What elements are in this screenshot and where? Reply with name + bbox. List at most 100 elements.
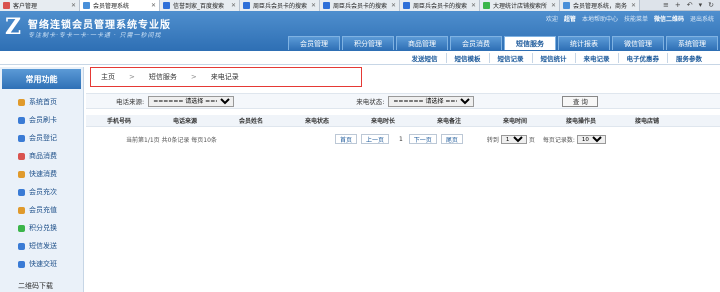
close-tab-icon[interactable]: ✕ — [71, 2, 76, 9]
sidebar-item-icon — [18, 98, 25, 106]
nav-tab[interactable]: 短信服务 — [504, 36, 556, 50]
sidebar-item[interactable]: 短信发送 — [0, 237, 83, 255]
query-button[interactable]: 查 询 — [562, 95, 599, 107]
sub-nav-item[interactable]: 短信统计 — [531, 52, 575, 63]
browser-tab[interactable]: 周臣兵会员卡的搜索 ✕ — [320, 0, 400, 11]
browser-tool-icon[interactable]: + — [675, 1, 681, 9]
browser-tab[interactable]: 信誉到家_百度搜索 ✕ — [160, 0, 240, 11]
close-tab-icon[interactable]: ✕ — [151, 2, 156, 9]
sidebar-item-icon — [18, 134, 25, 142]
browser-tab[interactable]: 会员管理系统 ✕ — [80, 0, 160, 11]
sidebar-item[interactable]: 商品消费 — [0, 147, 83, 165]
top-link[interactable]: 超管 — [564, 14, 576, 23]
browser-tool-icon[interactable]: ≡ — [663, 1, 669, 9]
sidebar-item[interactable]: 会员登记 — [0, 129, 83, 147]
sidebar-item-label: 会员刷卡 — [29, 116, 57, 124]
sidebar-item[interactable]: 快速消费 — [0, 165, 83, 183]
column-header: 会员姓名 — [238, 118, 263, 125]
phone-source-label: 电话来源: — [116, 98, 145, 106]
sidebar-item[interactable]: 快速交班 — [0, 255, 83, 273]
close-tab-icon[interactable]: ✕ — [471, 2, 476, 9]
sidebar-item-label: 会员登记 — [29, 134, 57, 142]
sub-nav: 发送短信 短信模板 短信记录 短信统计 来电记录 电子优惠券 服务参数 — [0, 51, 720, 65]
sidebar-item-label: 商品消费 — [29, 152, 57, 160]
top-link[interactable]: 技能菜单 — [624, 14, 648, 23]
nav-tab[interactable]: 会员管理 — [288, 36, 340, 50]
nav-tab[interactable]: 会员消费 — [450, 36, 502, 50]
nav-tab[interactable]: 统计报表 — [558, 36, 610, 50]
sub-nav-item[interactable]: 短信记录 — [488, 52, 532, 63]
per-page-label: 每页记录数: — [542, 136, 575, 144]
favicon-icon — [483, 2, 490, 9]
browser-tab[interactable]: 客户管理 ✕ — [0, 0, 80, 11]
browser-tool-icon[interactable]: ▾ — [699, 1, 703, 9]
browser-tab-label: 周臣兵会员卡的搜索 — [333, 3, 388, 10]
sidebar-item-label: 会员充值 — [29, 206, 57, 214]
column-header: 手机号码 — [106, 118, 131, 125]
close-tab-icon[interactable]: ✕ — [231, 2, 236, 9]
sidebar-item-icon — [18, 224, 25, 232]
next-page-button[interactable]: 下一页 — [408, 134, 437, 144]
pagination: 当前第1/1页 共0条记录 每页10条 首页 上一页 1 下一页 尾页 转到 1… — [86, 133, 720, 145]
sub-nav-item[interactable]: 短信模板 — [445, 52, 489, 63]
close-tab-icon[interactable]: ✕ — [391, 2, 396, 9]
top-link[interactable]: 本地帮助中心 — [582, 14, 618, 23]
filter-bar: 电话来源: ====== 请选择 ====== 来电状态: ====== 请选择… — [86, 93, 720, 109]
top-links: 欢迎 超管 本地帮助中心 技能菜单 微信二维码 退出系统 — [546, 14, 714, 23]
goto-label: 转到 — [486, 136, 499, 144]
breadcrumb-separator-icon: > — [129, 73, 135, 81]
sidebar-item[interactable]: 会员充值 — [0, 201, 83, 219]
nav-tab[interactable]: 系统管理 — [666, 36, 718, 50]
nav-tab[interactable]: 积分管理 — [342, 36, 394, 50]
browser-tab[interactable]: 周臣兵会员卡的搜索 ✕ — [400, 0, 480, 11]
top-link[interactable]: 退出系统 — [690, 14, 714, 23]
browser-tab[interactable]: 大理统计店铺搜索所 ✕ — [480, 0, 560, 11]
sidebar-item[interactable]: 会员刷卡 — [0, 111, 83, 129]
sub-nav-item[interactable]: 电子优惠券 — [617, 52, 668, 63]
sidebar-item-qrcode-download[interactable]: 二维码下载 — [0, 281, 84, 292]
last-page-button[interactable]: 尾页 — [440, 134, 463, 144]
phone-source-select[interactable]: ====== 请选择 ====== — [148, 95, 235, 107]
close-tab-icon[interactable]: ✕ — [551, 2, 556, 9]
browser-tab-label: 周臣兵会员卡的搜索 — [253, 3, 308, 10]
sub-nav-item[interactable]: 发送短信 — [404, 53, 446, 63]
column-header: 来电备注 — [436, 118, 461, 125]
top-link[interactable]: 微信二维码 — [654, 14, 684, 23]
browser-tab[interactable]: 周臣兵会员卡的搜索 ✕ — [240, 0, 320, 11]
sidebar-item-icon — [18, 152, 25, 160]
column-header: 来电时长 — [370, 118, 395, 125]
sidebar-item[interactable]: 积分兑换 — [0, 219, 83, 237]
sidebar-item-label: 快速交班 — [29, 260, 57, 268]
nav-tab[interactable]: 微信管理 — [612, 36, 664, 50]
close-tab-icon[interactable]: ✕ — [311, 2, 316, 9]
column-header: 接电店铺 — [634, 118, 659, 125]
top-link: 欢迎 — [545, 16, 558, 23]
browser-tab-label: 会员管理系统，商务 — [573, 3, 628, 10]
sidebar-item[interactable]: 系统首页 — [0, 93, 83, 111]
nav-tab[interactable]: 商品管理 — [396, 36, 448, 50]
sidebar-item-label: 积分兑换 — [29, 224, 57, 232]
favicon-icon — [403, 2, 410, 9]
call-status-select[interactable]: ====== 请选择 ====== — [388, 95, 475, 107]
breadcrumb-sms-service[interactable]: 短信服务 — [149, 72, 177, 82]
table-header: 手机号码 电话来源 会员姓名 来电状态 来电时长 来电备注 来电时间 接电操作员 接电店铺 — [86, 115, 720, 127]
sub-nav-item[interactable]: 来电记录 — [574, 52, 618, 63]
first-page-button[interactable]: 首页 — [334, 134, 357, 144]
prev-page-button[interactable]: 上一页 — [360, 134, 389, 144]
sidebar-item-icon — [18, 242, 25, 250]
per-page-select[interactable]: 10 — [576, 134, 606, 144]
browser-tab[interactable]: 会员管理系统，商务 ✕ — [560, 0, 640, 11]
app-title: 智络连锁会员管理系统专业版 — [28, 20, 171, 31]
goto-page-select[interactable]: 1 — [500, 134, 527, 144]
close-tab-icon[interactable]: ✕ — [631, 2, 636, 9]
browser-tab-label: 会员管理系统 — [93, 3, 130, 10]
breadcrumb-home[interactable]: 主页 — [101, 72, 115, 82]
browser-tab-label: 客户管理 — [13, 3, 38, 10]
main-nav: 会员管理 积分管理 商品管理 会员消费 短信服务 统计报表 微信管理 系统管理 — [288, 36, 720, 50]
browser-tools: ≡ + ↶ ▾ ↻ — [663, 0, 720, 10]
pager-summary: 当前第1/1页 共0条记录 每页10条 — [126, 136, 217, 144]
browser-tool-icon[interactable]: ↻ — [708, 1, 714, 9]
browser-tool-icon[interactable]: ↶ — [687, 1, 693, 9]
sidebar-item[interactable]: 会员充次 — [0, 183, 83, 201]
sub-nav-item[interactable]: 服务参数 — [667, 52, 710, 63]
